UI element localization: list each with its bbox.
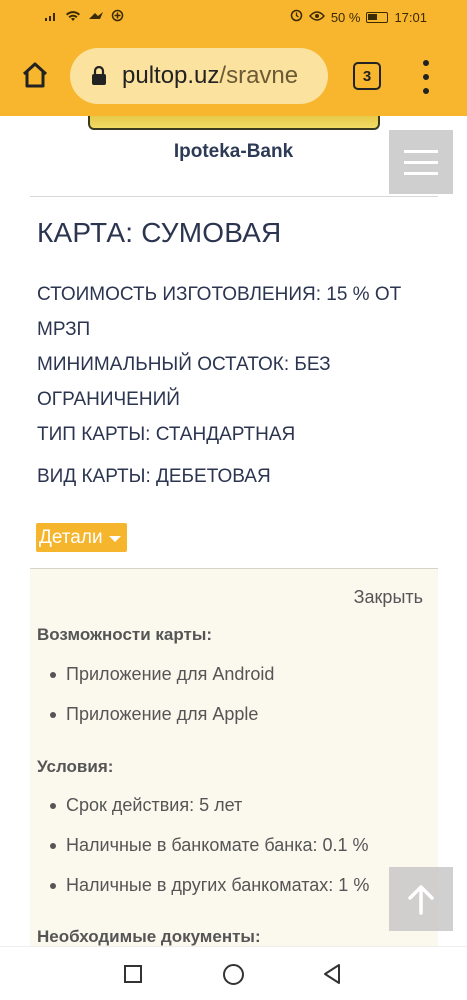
list-item: Наличные в банкомате банка: 0.1 % [50, 834, 430, 874]
lock-icon [90, 65, 108, 91]
features-title: Возможности карты: [37, 625, 213, 644]
notification-app-icon [111, 9, 124, 25]
spec-cost-line2: МРЗП [37, 319, 91, 340]
details-label: Детали [39, 526, 103, 548]
spec-min-balance-line2: ОГРАНИЧЕНИЙ [37, 389, 180, 410]
recents-button[interactable] [124, 965, 142, 983]
menu-dot [423, 60, 429, 66]
browser-toolbar: pultop.uz/sravne 3 [0, 36, 467, 116]
spec-card-type: ТИП КАРТЫ: СТАНДАРТНАЯ [37, 424, 296, 445]
status-bar: 50 % 17:01 [0, 0, 467, 36]
url-text: pultop.uz/sravne [122, 62, 298, 90]
menu-dot [423, 88, 429, 94]
card-title: КАРТА: СУМОВАЯ [37, 217, 282, 248]
status-icons-left [44, 9, 124, 25]
eye-comfort-icon [308, 10, 325, 25]
list-item: Приложение для Apple [50, 703, 430, 743]
scroll-to-top-button[interactable] [389, 867, 453, 931]
home-icon [22, 62, 48, 88]
system-navigation-bar [0, 946, 467, 1000]
clock-time: 17:01 [394, 9, 427, 25]
menu-dot [423, 74, 429, 80]
hamburger-line [404, 160, 438, 164]
home-nav-button[interactable] [223, 964, 244, 985]
browser-chrome: 50 % 17:01 pultop.uz/sravne 3 [0, 0, 467, 116]
back-triangle-icon [324, 964, 340, 984]
url-path: /sravne [219, 62, 299, 89]
features-list: Приложение для Android Приложение для Ap… [50, 663, 430, 743]
caret-down-icon [108, 536, 121, 542]
divider [30, 196, 438, 197]
arrow-up-icon [408, 885, 434, 915]
address-bar[interactable]: pultop.uz/sravne [70, 48, 328, 104]
hamburger-menu-button[interactable] [389, 130, 453, 194]
signal-icon [44, 10, 58, 25]
list-item: Наличные в других банкоматах: 1 % [50, 874, 430, 914]
list-item: Срок действия: 5 лет [50, 794, 430, 834]
spec-card-kind: ВИД КАРТЫ: ДЕБЕТОВАЯ [37, 466, 271, 487]
details-panel: Закрыть Возможности карты: Приложение дл… [30, 568, 438, 958]
spec-min-balance-line1: МИНИМАЛЬНЫЙ ОСТАТОК: БЕЗ [37, 354, 331, 375]
screen: 50 % 17:01 pultop.uz/sravne 3 Ipoteka-Ba… [0, 0, 467, 1000]
wifi-icon [65, 10, 81, 25]
conditions-list: Срок действия: 5 лет Наличные в банкомат… [50, 794, 430, 914]
close-details-link[interactable]: Закрыть [354, 587, 423, 608]
hamburger-line [404, 149, 438, 153]
bank-logo-image [88, 116, 380, 130]
hamburger-line [404, 171, 438, 175]
documents-title: Необходимые документы: [37, 927, 261, 946]
conditions-title: Условия: [37, 757, 114, 776]
status-icons-right: 50 % 17:01 [290, 9, 427, 25]
list-item: Приложение для Android [50, 663, 430, 703]
back-button[interactable] [322, 963, 342, 990]
home-button[interactable] [18, 58, 52, 92]
battery-icon [366, 11, 389, 23]
alarm-icon [290, 9, 303, 25]
tab-switcher-button[interactable]: 3 [353, 62, 381, 90]
battery-percent: 50 % [330, 9, 361, 25]
overflow-menu-button[interactable] [420, 60, 432, 94]
spec-cost-line1: СТОИМОСТЬ ИЗГОТОВЛЕНИЯ: 15 % ОТ [37, 284, 402, 305]
card-specs: СТОИМОСТЬ ИЗГОТОВЛЕНИЯ: 15 % ОТ МРЗП МИН… [37, 277, 437, 494]
notification-bird-icon [88, 10, 104, 25]
details-toggle-button[interactable]: Детали [36, 523, 127, 552]
url-domain: pultop.uz [122, 62, 220, 89]
